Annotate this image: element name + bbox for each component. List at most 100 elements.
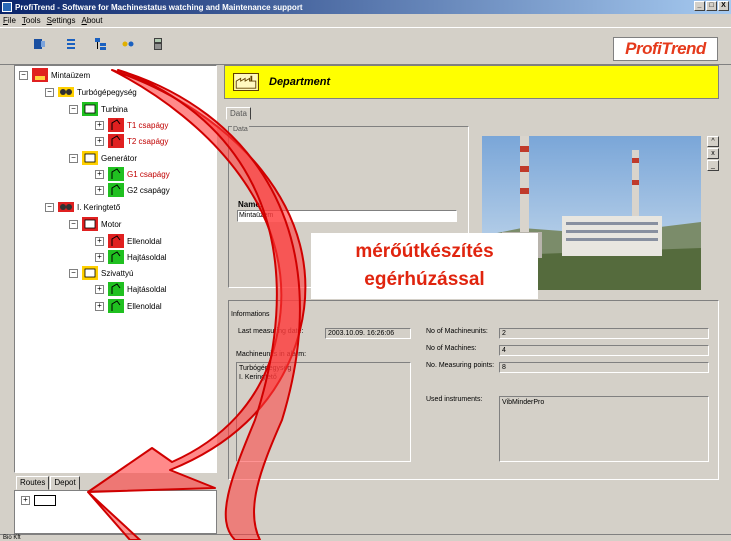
collapse-toggle[interactable]: − xyxy=(69,153,78,163)
tree-node-machine[interactable]: − Turbina xyxy=(69,102,128,116)
alarm-item[interactable]: I. Keringtető xyxy=(239,373,408,382)
collapse-toggle[interactable]: − xyxy=(69,104,78,114)
alarm-item[interactable]: Turbógépegység xyxy=(239,364,408,373)
tree-node-root[interactable]: − Mintaüzem xyxy=(19,68,90,82)
annotation-caption: mérőútkészítés egérhúzással xyxy=(311,233,538,299)
route-name-editor[interactable] xyxy=(34,495,56,506)
expand-toggle[interactable]: + xyxy=(95,120,104,130)
menu-settings[interactable]: Settings xyxy=(47,16,76,25)
points-label: No. Measuring points: xyxy=(426,362,495,369)
tree-node-point[interactable]: + Hajtásoldal xyxy=(95,282,167,296)
expand-toggle[interactable]: + xyxy=(95,136,104,146)
alarm-label: Machineunits in alarm: xyxy=(236,351,307,358)
machine-icon xyxy=(82,266,98,280)
measuring-point-icon xyxy=(108,134,124,148)
tree-node-point[interactable]: + T1 csapágy xyxy=(95,118,168,132)
informations-label: Informations xyxy=(230,311,271,318)
tree-label: Turbina xyxy=(101,104,128,114)
menu-about[interactable]: About xyxy=(82,16,103,25)
factory-icon xyxy=(32,68,48,82)
measuring-point-icon xyxy=(108,282,124,296)
exit-icon[interactable] xyxy=(32,37,46,51)
collapse-toggle[interactable]: − xyxy=(19,70,28,80)
tree-label: Motor xyxy=(101,219,122,229)
points-field: 8 xyxy=(499,362,709,373)
tree-label: Mintaüzem xyxy=(51,70,91,80)
collapse-toggle[interactable]: − xyxy=(45,87,54,97)
collapse-toggle[interactable]: − xyxy=(69,268,78,278)
app-icon xyxy=(2,2,12,12)
tree-node-point[interactable]: + Ellenoldal xyxy=(95,299,162,313)
tab-data[interactable]: Data xyxy=(226,107,251,120)
expand-toggle[interactable]: + xyxy=(21,496,30,505)
expand-toggle[interactable]: + xyxy=(95,301,104,311)
machineunit-icon xyxy=(58,87,74,97)
instruments-list[interactable]: VibMinderPro xyxy=(499,396,709,462)
routes-panel[interactable]: + xyxy=(14,490,217,534)
menu-tools[interactable]: Tools xyxy=(22,16,41,25)
collapse-toggle[interactable]: − xyxy=(45,202,54,212)
expand-toggle[interactable]: + xyxy=(95,185,104,195)
tree-label: Ellenoldal xyxy=(127,236,162,246)
tree-node-point[interactable]: + Ellenoldal xyxy=(95,234,162,248)
tree-node-machine[interactable]: − Szivattyú xyxy=(69,266,133,280)
expand-toggle[interactable]: + xyxy=(95,169,104,179)
tree-node-unit[interactable]: − I. Keringtető xyxy=(45,200,120,214)
tree-label: Szivattyú xyxy=(101,268,134,278)
tree-label: Hajtásoldal xyxy=(127,252,167,262)
photo-delete-button[interactable]: x xyxy=(707,148,719,159)
tree-node-point[interactable]: + Hajtásoldal xyxy=(95,250,167,264)
title-bar: ProfiTrend - Software for Machinestatus … xyxy=(0,0,731,14)
tree-label: Generátor xyxy=(101,153,138,163)
route-node[interactable]: + xyxy=(21,495,56,506)
last-measuring-field: 2003.10.09. 16:26:06 xyxy=(325,328,411,339)
tree-icon[interactable] xyxy=(94,37,108,51)
photo-buttons: ^ x _ xyxy=(707,136,719,172)
alarm-list[interactable]: Turbógépegység I. Keringtető xyxy=(236,362,411,462)
tree-label: G1 csapágy xyxy=(127,169,170,179)
bottom-tabs: Routes Depot xyxy=(16,476,80,490)
route-icon[interactable] xyxy=(121,37,135,51)
menu-file[interactable]: File xyxy=(3,16,16,25)
calculator-icon[interactable] xyxy=(151,37,165,51)
tab-routes[interactable]: Routes xyxy=(16,476,50,490)
window-title: ProfiTrend - Software for Machinestatus … xyxy=(15,2,303,12)
tree-node-point[interactable]: + G1 csapágy xyxy=(95,167,170,181)
tree-node-point[interactable]: + T2 csapágy xyxy=(95,134,168,148)
tree-node-machine[interactable]: − Generátor xyxy=(69,151,137,165)
minimize-button[interactable]: _ xyxy=(694,1,705,11)
menu-bar: File Tools Settings About xyxy=(0,14,731,27)
tree-label: G2 csapágy xyxy=(127,185,170,195)
caption-line-1: mérőútkészítés xyxy=(355,241,494,262)
photo-clear-button[interactable]: _ xyxy=(707,160,719,171)
tree-node-point[interactable]: + G2 csapágy xyxy=(95,183,170,197)
tree-label: Ellenoldal xyxy=(127,301,162,311)
list-icon[interactable] xyxy=(64,37,78,51)
measuring-point-icon xyxy=(108,118,124,132)
department-title: Department xyxy=(269,76,331,88)
collapse-toggle[interactable]: − xyxy=(69,219,78,229)
factory-icon xyxy=(233,73,259,91)
expand-toggle[interactable]: + xyxy=(95,284,104,294)
measuring-point-icon xyxy=(108,250,124,264)
machineunits-field: 2 xyxy=(499,328,709,339)
expand-toggle[interactable]: + xyxy=(95,252,104,262)
tree-node-unit[interactable]: − Turbógépegység xyxy=(45,85,137,99)
caption-line-2: egérhúzással xyxy=(364,269,485,290)
machineunits-label: No of Machineunits: xyxy=(426,328,488,335)
measuring-point-icon xyxy=(108,299,124,313)
machine-icon xyxy=(82,217,98,231)
tree-label: I. Keringtető xyxy=(77,202,121,212)
tree-label: T2 csapágy xyxy=(127,136,169,146)
tab-depot[interactable]: Depot xyxy=(50,476,80,490)
photo-up-button[interactable]: ^ xyxy=(707,136,719,147)
tree-node-machine[interactable]: − Motor xyxy=(69,217,121,231)
name-field[interactable]: Mintaüzem xyxy=(237,210,457,222)
machine-tree[interactable]: − Mintaüzem − Turbógépegység − Turbina +… xyxy=(14,65,217,473)
status-bar: Bio Kft xyxy=(0,534,731,541)
maximize-button[interactable]: □ xyxy=(706,1,717,11)
expand-toggle[interactable]: + xyxy=(95,236,104,246)
tree-label: T1 csapágy xyxy=(127,120,169,130)
close-button[interactable]: X xyxy=(718,1,729,11)
machines-field: 4 xyxy=(499,345,709,356)
